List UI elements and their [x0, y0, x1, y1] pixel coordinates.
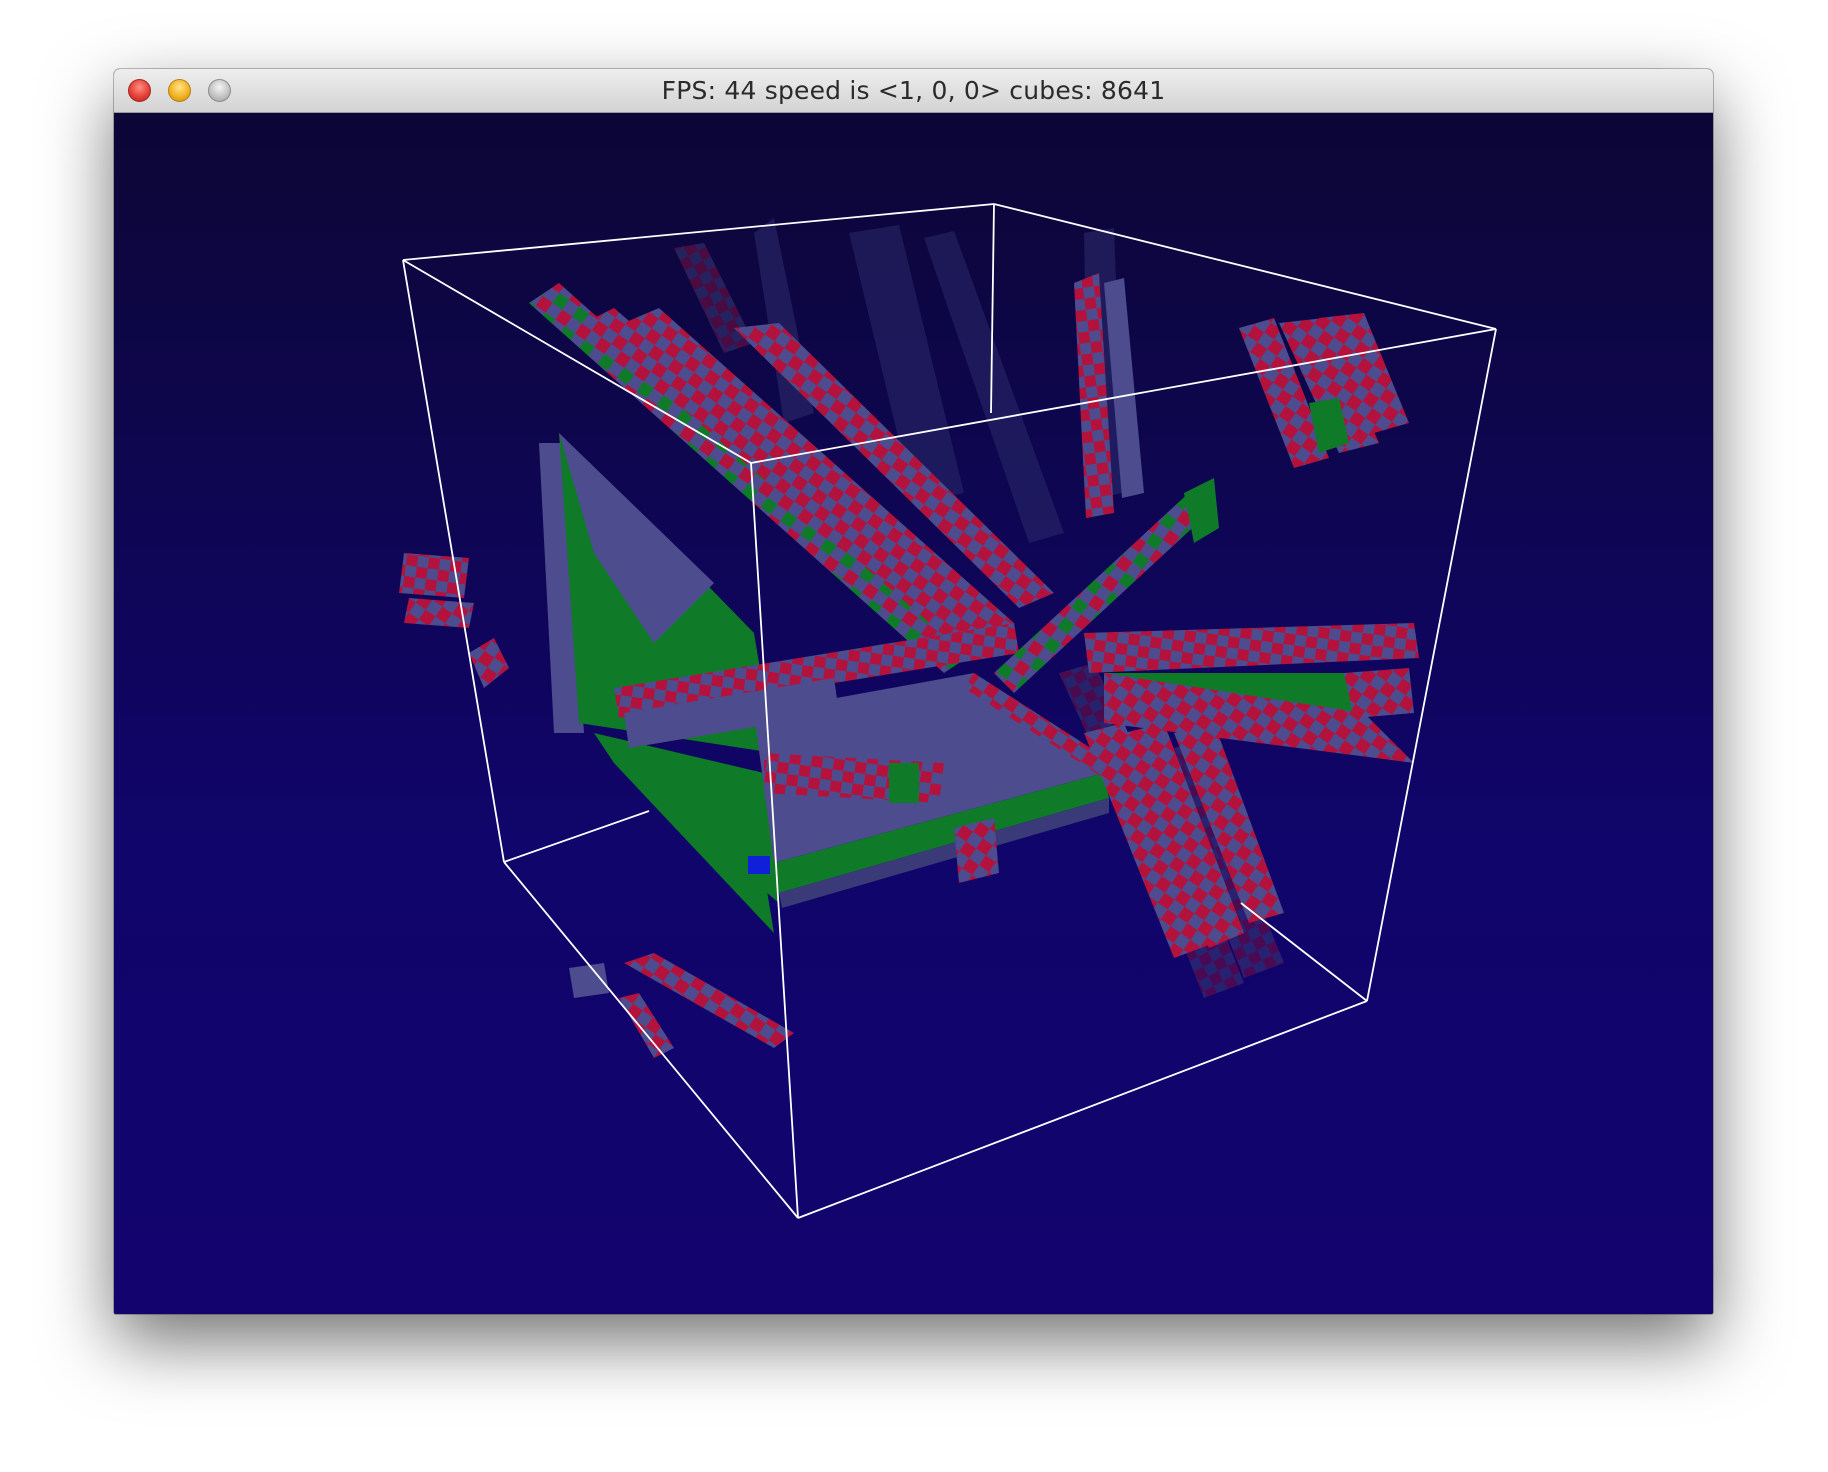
window-title: FPS: 44 speed is <1, 0, 0> cubes: 8641: [661, 76, 1166, 105]
app-window: FPS: 44 speed is <1, 0, 0> cubes: 8641: [114, 69, 1713, 1314]
title-bar[interactable]: FPS: 44 speed is <1, 0, 0> cubes: 8641: [114, 69, 1713, 113]
floating-cluster-top-right: [1239, 313, 1409, 468]
voxel-scene: [399, 203, 1497, 1219]
render-viewport[interactable]: [114, 113, 1713, 1314]
